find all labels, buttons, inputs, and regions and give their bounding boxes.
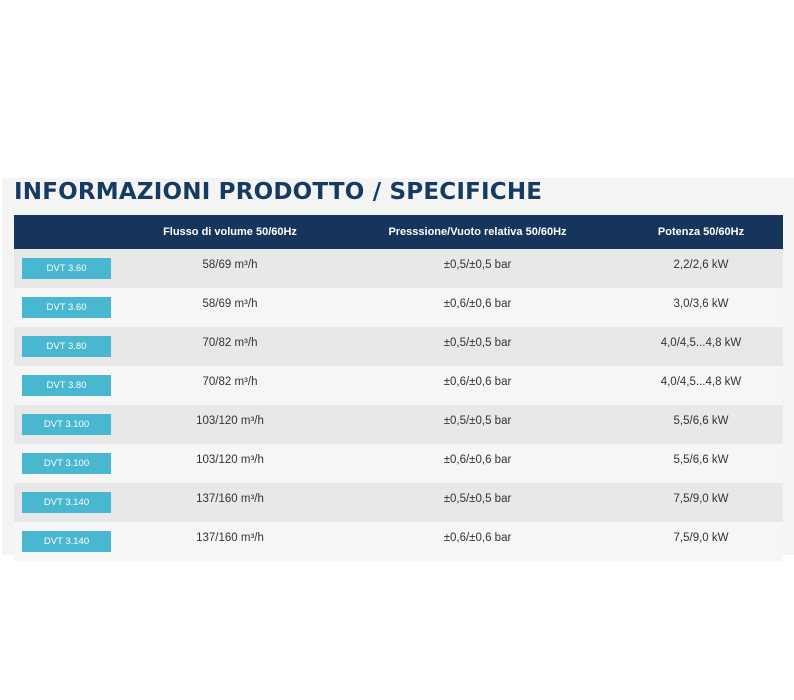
table-row: DVT 3.100 103/120 m³/h ±0,5/±0,5 bar 5,5/6,… xyxy=(14,405,783,444)
pressure-cell: ±0,5/±0,5 bar xyxy=(336,493,619,509)
power-cell: 4,0/4,5...4,8 kW xyxy=(619,337,783,353)
header-pressure: Presssione/Vuoto relativa 50/60Hz xyxy=(388,226,567,238)
power-cell-value: 7,5/9,0 kW xyxy=(673,531,729,544)
power-cell-value: 4,0/4,5...4,8 kW xyxy=(660,336,742,349)
pressure-cell-value: ±0,5/±0,5 bar xyxy=(443,414,512,427)
flow-cell-value: 103/120 m³/h xyxy=(196,414,264,427)
pressure-cell-value: ±0,6/±0,6 bar xyxy=(443,375,512,388)
model-cell: DVT 3.100 xyxy=(14,453,124,474)
table-row: DVT 3.100 103/120 m³/h ±0,6/±0,6 bar 5,5/6,… xyxy=(14,444,783,483)
flow-cell-value: 58/69 m³/h xyxy=(202,297,258,310)
model-tag-button[interactable]: DVT 3.60 xyxy=(22,258,111,279)
table-header: Flusso di volume 50/60Hz Presssione/Vuot… xyxy=(14,215,783,249)
model-cell: DVT 3.80 xyxy=(14,336,124,357)
power-cell: 3,0/3,6 kW xyxy=(619,298,783,314)
flow-cell: 137/160 m³/h xyxy=(124,532,336,548)
power-cell-value: 7,5/9,0 kW xyxy=(673,492,729,505)
power-cell: 5,5/6,6 kW xyxy=(619,454,783,470)
power-cell: 2,2/2,6 kW xyxy=(619,259,783,275)
header-power: Potenza 50/60Hz xyxy=(657,226,745,238)
table-row: DVT 3.60 58/69 m³/h ±0,6/±0,6 bar 3,0/3,6 k… xyxy=(14,288,783,327)
pressure-cell: ±0,6/±0,6 bar xyxy=(336,454,619,470)
model-cell: DVT 3.60 xyxy=(14,258,124,279)
flow-cell-value: 137/160 m³/h xyxy=(196,492,264,505)
pressure-cell-value: ±0,5/±0,5 bar xyxy=(443,492,512,505)
table-body: DVT 3.60 58/69 m³/h ±0,5/±0,5 bar 2,2/2,6 k… xyxy=(14,249,783,561)
pressure-cell: ±0,5/±0,5 bar xyxy=(336,415,619,431)
model-cell: DVT 3.140 xyxy=(14,531,124,552)
power-cell: 7,5/9,0 kW xyxy=(619,493,783,509)
table-row: DVT 3.140 137/160 m³/h ±0,6/±0,6 bar 7,5/9,… xyxy=(14,522,783,561)
power-cell: 7,5/9,0 kW xyxy=(619,532,783,548)
pressure-cell-value: ±0,5/±0,5 bar xyxy=(443,336,512,349)
model-cell: DVT 3.140 xyxy=(14,492,124,513)
model-cell: DVT 3.100 xyxy=(14,414,124,435)
table-row: DVT 3.140 137/160 m³/h ±0,5/±0,5 bar 7,5/9,… xyxy=(14,483,783,522)
flow-cell: 103/120 m³/h xyxy=(124,415,336,431)
power-cell-value: 2,2/2,6 kW xyxy=(673,258,729,271)
table-row: DVT 3.80 70/82 m³/h ±0,6/±0,6 bar 4,0/4,5..… xyxy=(14,366,783,405)
pressure-cell-value: ±0,5/±0,5 bar xyxy=(443,258,512,271)
model-tag-button[interactable]: DVT 3.80 xyxy=(22,375,111,396)
pressure-cell-value: ±0,6/±0,6 bar xyxy=(443,531,512,544)
model-tag-button[interactable]: DVT 3.100 xyxy=(22,453,111,474)
flow-cell: 58/69 m³/h xyxy=(124,259,336,275)
pressure-cell: ±0,6/±0,6 bar xyxy=(336,376,619,392)
flow-cell-value: 103/120 m³/h xyxy=(196,453,264,466)
flow-cell: 58/69 m³/h xyxy=(124,298,336,314)
pressure-cell: ±0,5/±0,5 bar xyxy=(336,337,619,353)
model-tag-button[interactable]: DVT 3.100 xyxy=(22,414,111,435)
model-tag-button[interactable]: DVT 3.60 xyxy=(22,297,111,318)
flow-cell-value: 70/82 m³/h xyxy=(202,375,258,388)
power-cell-value: 4,0/4,5...4,8 kW xyxy=(660,375,742,388)
pressure-cell: ±0,6/±0,6 bar xyxy=(336,532,619,548)
model-tag-button[interactable]: DVT 3.140 xyxy=(22,531,111,552)
power-cell-value: 5,5/6,6 kW xyxy=(673,414,729,427)
flow-cell-value: 137/160 m³/h xyxy=(196,531,264,544)
model-cell: DVT 3.60 xyxy=(14,297,124,318)
table-row: DVT 3.80 70/82 m³/h ±0,5/±0,5 bar 4,0/4,5..… xyxy=(14,327,783,366)
flow-cell: 103/120 m³/h xyxy=(124,454,336,470)
model-cell: DVT 3.80 xyxy=(14,375,124,396)
model-tag-button[interactable]: DVT 3.140 xyxy=(22,492,111,513)
flow-cell: 137/160 m³/h xyxy=(124,493,336,509)
power-cell: 4,0/4,5...4,8 kW xyxy=(619,376,783,392)
pressure-cell-value: ±0,6/±0,6 bar xyxy=(443,453,512,466)
model-tag-button[interactable]: DVT 3.80 xyxy=(22,336,111,357)
power-cell-value: 5,5/6,6 kW xyxy=(673,453,729,466)
header-flow: Flusso di volume 50/60Hz xyxy=(163,226,297,238)
pressure-cell-value: ±0,6/±0,6 bar xyxy=(443,297,512,310)
flow-cell: 70/82 m³/h xyxy=(124,337,336,353)
specs-table: Flusso di volume 50/60Hz Presssione/Vuot… xyxy=(14,215,783,561)
power-cell-value: 3,0/3,6 kW xyxy=(673,297,729,310)
power-cell: 5,5/6,6 kW xyxy=(619,415,783,431)
flow-cell: 70/82 m³/h xyxy=(124,376,336,392)
flow-cell-value: 58/69 m³/h xyxy=(202,258,258,271)
section-title: INFORMAZIONI PRODOTTO / SPECIFICHE xyxy=(14,179,543,205)
table-row: DVT 3.60 58/69 m³/h ±0,5/±0,5 bar 2,2/2,6 k… xyxy=(14,249,783,288)
flow-cell-value: 70/82 m³/h xyxy=(202,336,258,349)
pressure-cell: ±0,5/±0,5 bar xyxy=(336,259,619,275)
pressure-cell: ±0,6/±0,6 bar xyxy=(336,298,619,314)
